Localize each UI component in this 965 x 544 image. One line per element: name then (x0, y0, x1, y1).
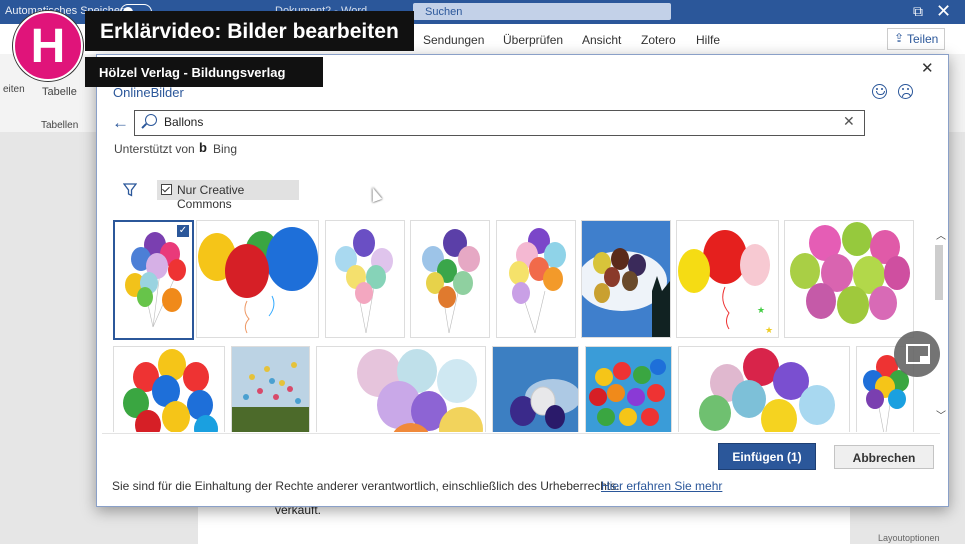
layout-options-label: Layoutoptionen (878, 533, 940, 543)
image-result-tile[interactable] (678, 346, 850, 432)
balloons-image (357, 349, 483, 432)
balloons-image (790, 222, 910, 324)
creative-commons-checkbox[interactable] (161, 184, 172, 195)
selected-check-icon: ✓ (177, 225, 189, 237)
logo-letter: H (30, 20, 66, 73)
image-result-tile[interactable] (784, 220, 914, 338)
word-search-placeholder: Suchen (425, 6, 463, 18)
image-result-tile[interactable] (492, 346, 579, 432)
publisher-name: Hölzel Verlag - Bildungsverlag (99, 65, 286, 80)
image-result-tile[interactable] (581, 220, 671, 338)
balloons-image (335, 229, 393, 334)
clear-search-icon[interactable]: ✕ (843, 113, 855, 130)
balloons-sky-image (493, 347, 578, 432)
share-label: Teilen (907, 32, 939, 46)
divider (102, 433, 940, 434)
ribbon-left-button-label[interactable]: eiten (3, 84, 25, 95)
insert-button[interactable]: Einfügen (1) (718, 443, 816, 470)
image-result-tile[interactable]: ★ ★ (676, 220, 779, 338)
image-results-grid: ✓ ★ ★ (111, 218, 921, 432)
image-result-tile[interactable] (496, 220, 576, 338)
svg-text:★: ★ (757, 305, 765, 315)
mouse-cursor-icon (367, 185, 383, 203)
balloons-image (586, 347, 671, 432)
creative-commons-label: Nur Creative Commons (177, 183, 245, 211)
bing-label: Bing (213, 142, 238, 156)
bing-logo-icon: b (199, 140, 207, 155)
cancel-button[interactable]: Abbrechen (834, 445, 934, 469)
balloons-image: ★★ (678, 230, 773, 335)
image-result-tile[interactable] (113, 346, 225, 432)
cancel-button-label: Abbrechen (852, 451, 916, 465)
back-arrow-icon[interactable]: ← (112, 113, 129, 133)
send-frown-icon[interactable] (898, 84, 913, 99)
image-result-tile[interactable] (231, 346, 310, 432)
tab-ansicht[interactable]: Ansicht (582, 33, 621, 47)
balloons-field-image (232, 347, 309, 432)
word-search-box[interactable]: Suchen (413, 3, 671, 20)
image-search-input[interactable] (164, 114, 824, 130)
image-result-tile[interactable] (410, 220, 490, 338)
share-button[interactable]: ⇪ Teilen (887, 28, 945, 50)
filter-icon[interactable] (123, 183, 137, 197)
online-pictures-dialog: OnlineBilder ✕ ← ✕ Unterstützt von b Bin… (96, 54, 949, 507)
send-smile-icon[interactable] (872, 84, 887, 99)
share-icon: ⇪ (894, 31, 905, 45)
table-button-label[interactable]: Tabelle (42, 86, 77, 98)
rights-notice: Sie sind für die Einhaltung der Rechte a… (112, 479, 620, 493)
svg-text:★: ★ (765, 325, 773, 335)
scroll-down-icon[interactable]: ﹀ (936, 407, 946, 422)
publisher-logo: H (13, 11, 83, 81)
dialog-title: OnlineBilder (113, 85, 184, 100)
image-result-tile[interactable] (325, 220, 405, 338)
balloons-image (422, 229, 480, 334)
picture-in-picture-icon[interactable] (894, 331, 940, 377)
balloons-image (509, 228, 566, 334)
insert-button-label: Einfügen (1) (732, 450, 802, 464)
image-search-box: ✕ (134, 110, 865, 136)
balloons-sky-image (582, 221, 670, 337)
image-result-tile[interactable] (585, 346, 672, 432)
tab-sendungen[interactable]: Sendungen (423, 33, 484, 47)
learn-more-link[interactable]: Hier erfahren Sie mehr (601, 479, 722, 493)
ribbon-display-icon[interactable]: ⧉ (913, 3, 923, 20)
search-icon (145, 114, 157, 126)
ribbon-group-tables: Tabellen (41, 120, 79, 131)
creative-commons-filter[interactable]: Nur Creative Commons (157, 180, 299, 211)
scroll-up-icon[interactable]: ︿ (936, 227, 946, 242)
image-result-tile[interactable] (196, 220, 319, 338)
image-result-tile[interactable]: ✓ (113, 220, 194, 340)
balloons-image (125, 232, 186, 328)
balloons-image (699, 348, 835, 432)
dialog-close-icon[interactable]: ✕ (921, 59, 934, 77)
image-result-tile[interactable] (316, 346, 486, 432)
balloons-image (198, 227, 318, 334)
video-title-banner: Erklärvideo: Bilder bearbeiten (85, 11, 414, 51)
tab-ueberpruefen[interactable]: Überprüfen (503, 33, 563, 47)
tab-hilfe[interactable]: Hilfe (696, 33, 720, 47)
window-close-icon[interactable]: ✕ (936, 1, 951, 22)
scroll-thumb[interactable] (935, 245, 943, 300)
publisher-banner: Hölzel Verlag - Bildungsverlag (85, 57, 323, 87)
powered-by-label: Unterstützt von (114, 142, 195, 156)
balloons-image (123, 349, 218, 432)
video-title: Erklärvideo: Bilder bearbeiten (100, 20, 399, 43)
tab-zotero[interactable]: Zotero (641, 33, 676, 47)
